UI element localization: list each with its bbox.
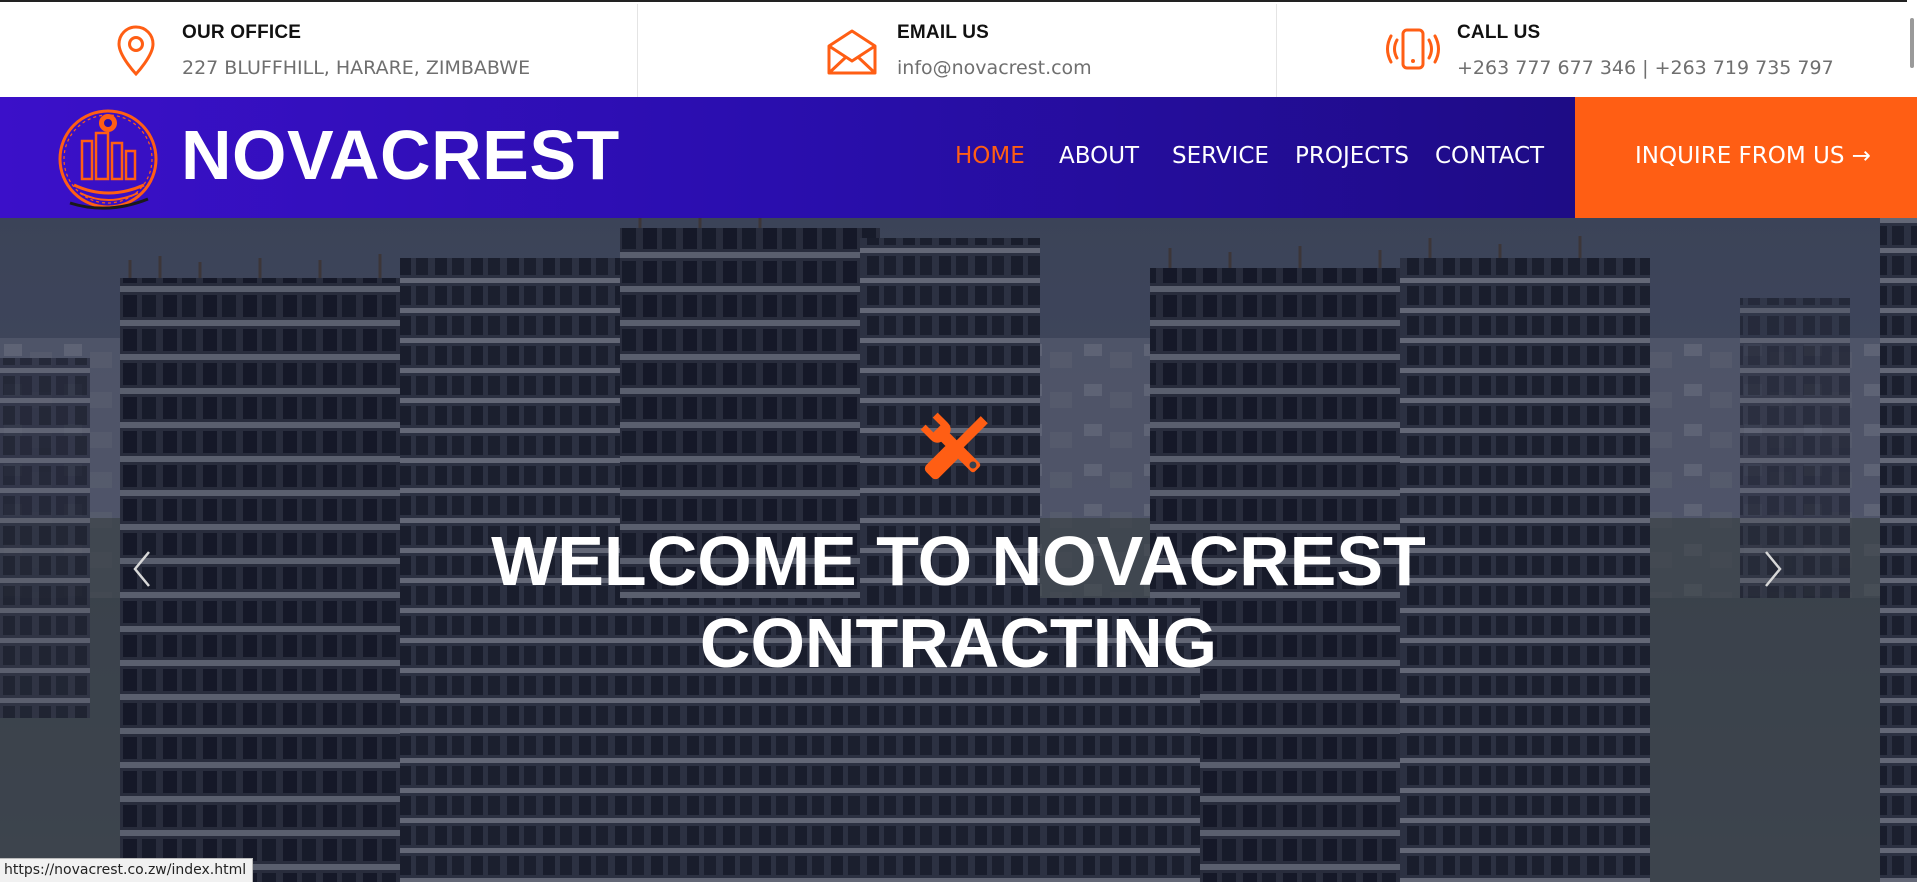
phone-ringing-icon [1386,28,1440,70]
top-info-bar: OUR OFFICE 227 BLUFFHILL, HARARE, ZIMBAB… [0,0,1917,97]
nav-about[interactable]: ABOUT [1059,143,1139,169]
main-navbar: NOVACREST HOME ABOUT SERVICE PROJECTS CO… [0,97,1917,218]
brand-name[interactable]: NOVACREST [181,115,620,195]
hero-title-line2: CONTRACTING [699,604,1218,682]
office-address: 227 BLUFFHILL, HARARE, ZIMBABWE [182,57,531,79]
scrollbar-thumb[interactable] [1910,18,1914,68]
envelope-icon [827,29,877,75]
hero-title-line1: WELCOME TO NOVACREST [491,522,1426,600]
nav-projects[interactable]: PROJECTS [1295,143,1409,169]
scrollbar-track[interactable] [1907,0,1917,97]
office-info: OUR OFFICE 227 BLUFFHILL, HARARE, ZIMBAB… [0,2,637,97]
slider-next-arrow-icon[interactable] [1758,544,1788,594]
call-title: CALL US [1457,22,1541,43]
nav-home[interactable]: HOME [955,143,1025,169]
status-bar-url: https://novacrest.co.zw/index.html [0,858,254,882]
inquire-button-label: INQUIRE FROM US → [1635,143,1872,169]
phone-numbers[interactable]: +263 777 677 346 | +263 719 735 797 [1457,57,1834,79]
call-info: CALL US +263 777 677 346 | +263 719 735 … [1277,2,1917,97]
email-address[interactable]: info@novacrest.com [897,57,1092,79]
hero-title: WELCOME TO NOVACREST CONTRACTING [400,520,1517,684]
slider-prev-arrow-icon[interactable] [127,544,157,594]
nav-contact[interactable]: CONTACT [1435,143,1544,169]
email-title: EMAIL US [897,22,990,43]
tools-wrench-screwdriver-icon [920,412,988,480]
nav-service[interactable]: SERVICE [1172,143,1269,169]
inquire-button[interactable]: INQUIRE FROM US → [1575,97,1917,218]
hero-slider: WELCOME TO NOVACREST CONTRACTING [0,218,1917,882]
logo-icon[interactable] [56,103,162,213]
map-pin-icon [117,25,155,77]
email-info: EMAIL US info@novacrest.com [638,2,1276,97]
office-title: OUR OFFICE [182,22,302,43]
